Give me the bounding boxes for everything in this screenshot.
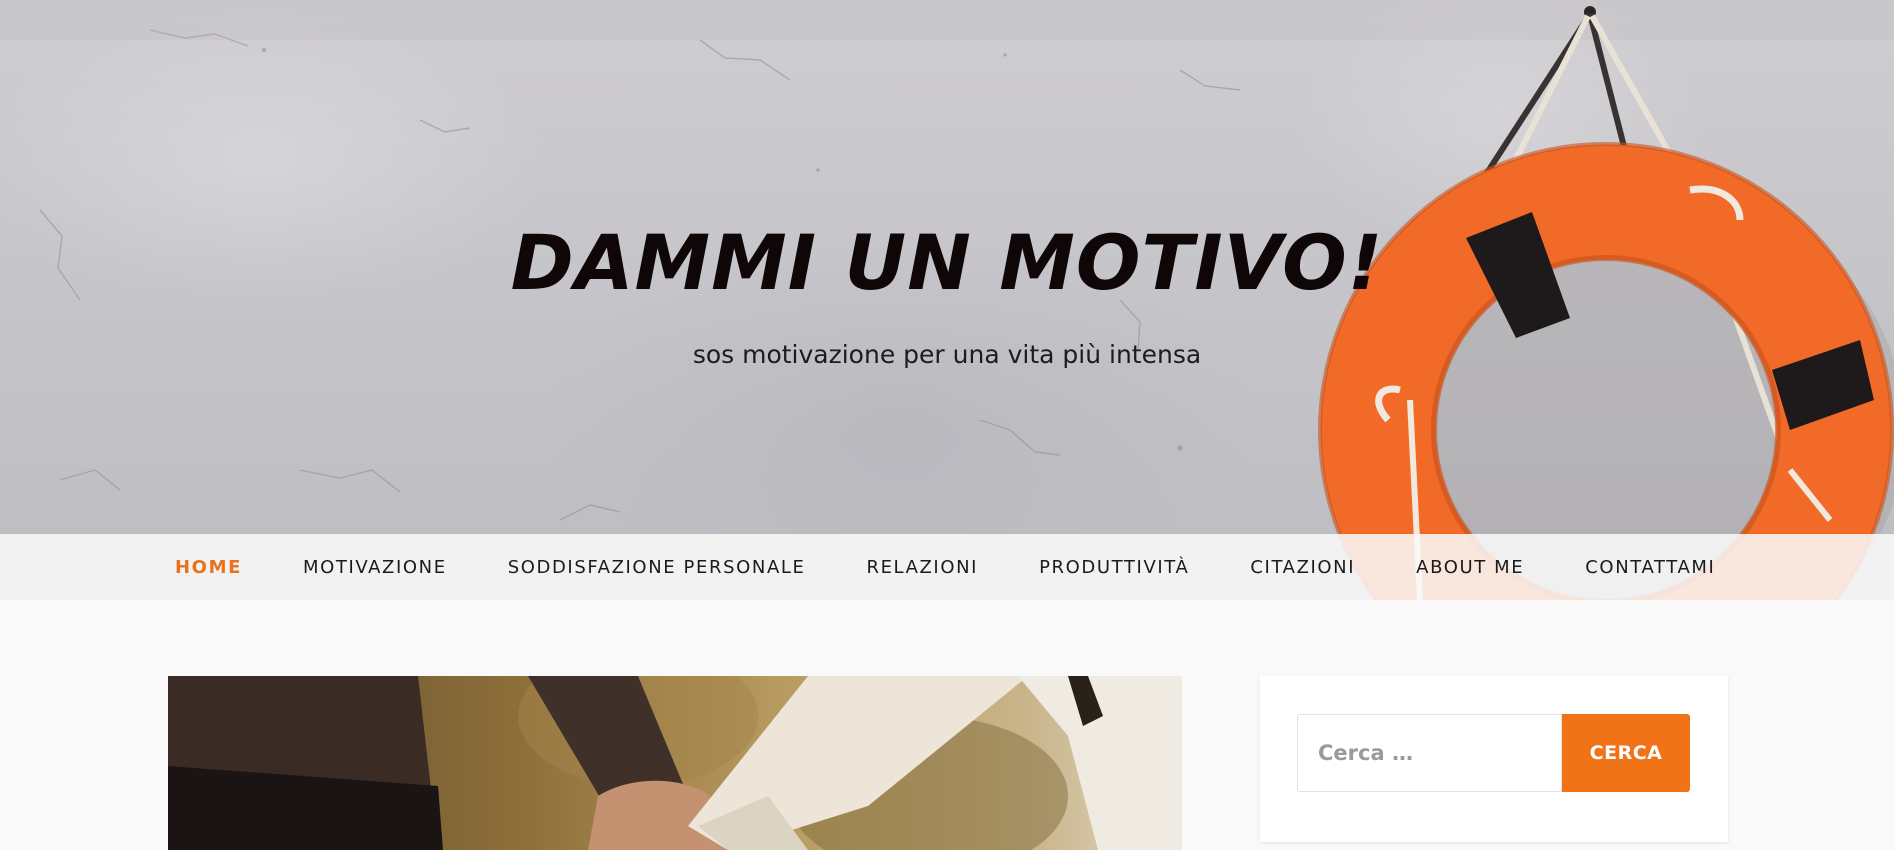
search-button[interactable]: CERCA — [1562, 714, 1690, 792]
main-navigation: HOME MOTIVAZIONE SODDISFAZIONE PERSONALE… — [0, 534, 1894, 600]
site-title[interactable]: DAMMI UN MOTIVO! — [0, 218, 1894, 307]
nav-item-contattami[interactable]: CONTATTAMI — [1585, 557, 1715, 578]
nav-item-motivazione[interactable]: MOTIVAZIONE — [303, 557, 447, 578]
couple-holding-hands-image — [168, 676, 1182, 850]
nav-item-about-me[interactable]: ABOUT ME — [1416, 557, 1524, 578]
site-header: DAMMI UN MOTIVO! sos motivazione per una… — [0, 0, 1894, 600]
nav-item-produttivita[interactable]: PRODUTTIVITÀ — [1039, 557, 1189, 578]
nav-menu: HOME MOTIVAZIONE SODDISFAZIONE PERSONALE… — [175, 534, 1776, 600]
nav-item-relazioni[interactable]: RELAZIONI — [866, 557, 978, 578]
featured-post-image[interactable] — [168, 676, 1182, 850]
nav-item-soddisfazione-personale[interactable]: SODDISFAZIONE PERSONALE — [508, 557, 806, 578]
search-input[interactable] — [1297, 714, 1562, 792]
search-widget: CERCA — [1260, 676, 1728, 842]
nav-item-citazioni[interactable]: CITAZIONI — [1250, 557, 1355, 578]
nav-item-home[interactable]: HOME — [175, 557, 242, 578]
site-tagline: sos motivazione per una vita più intensa — [692, 340, 1202, 369]
